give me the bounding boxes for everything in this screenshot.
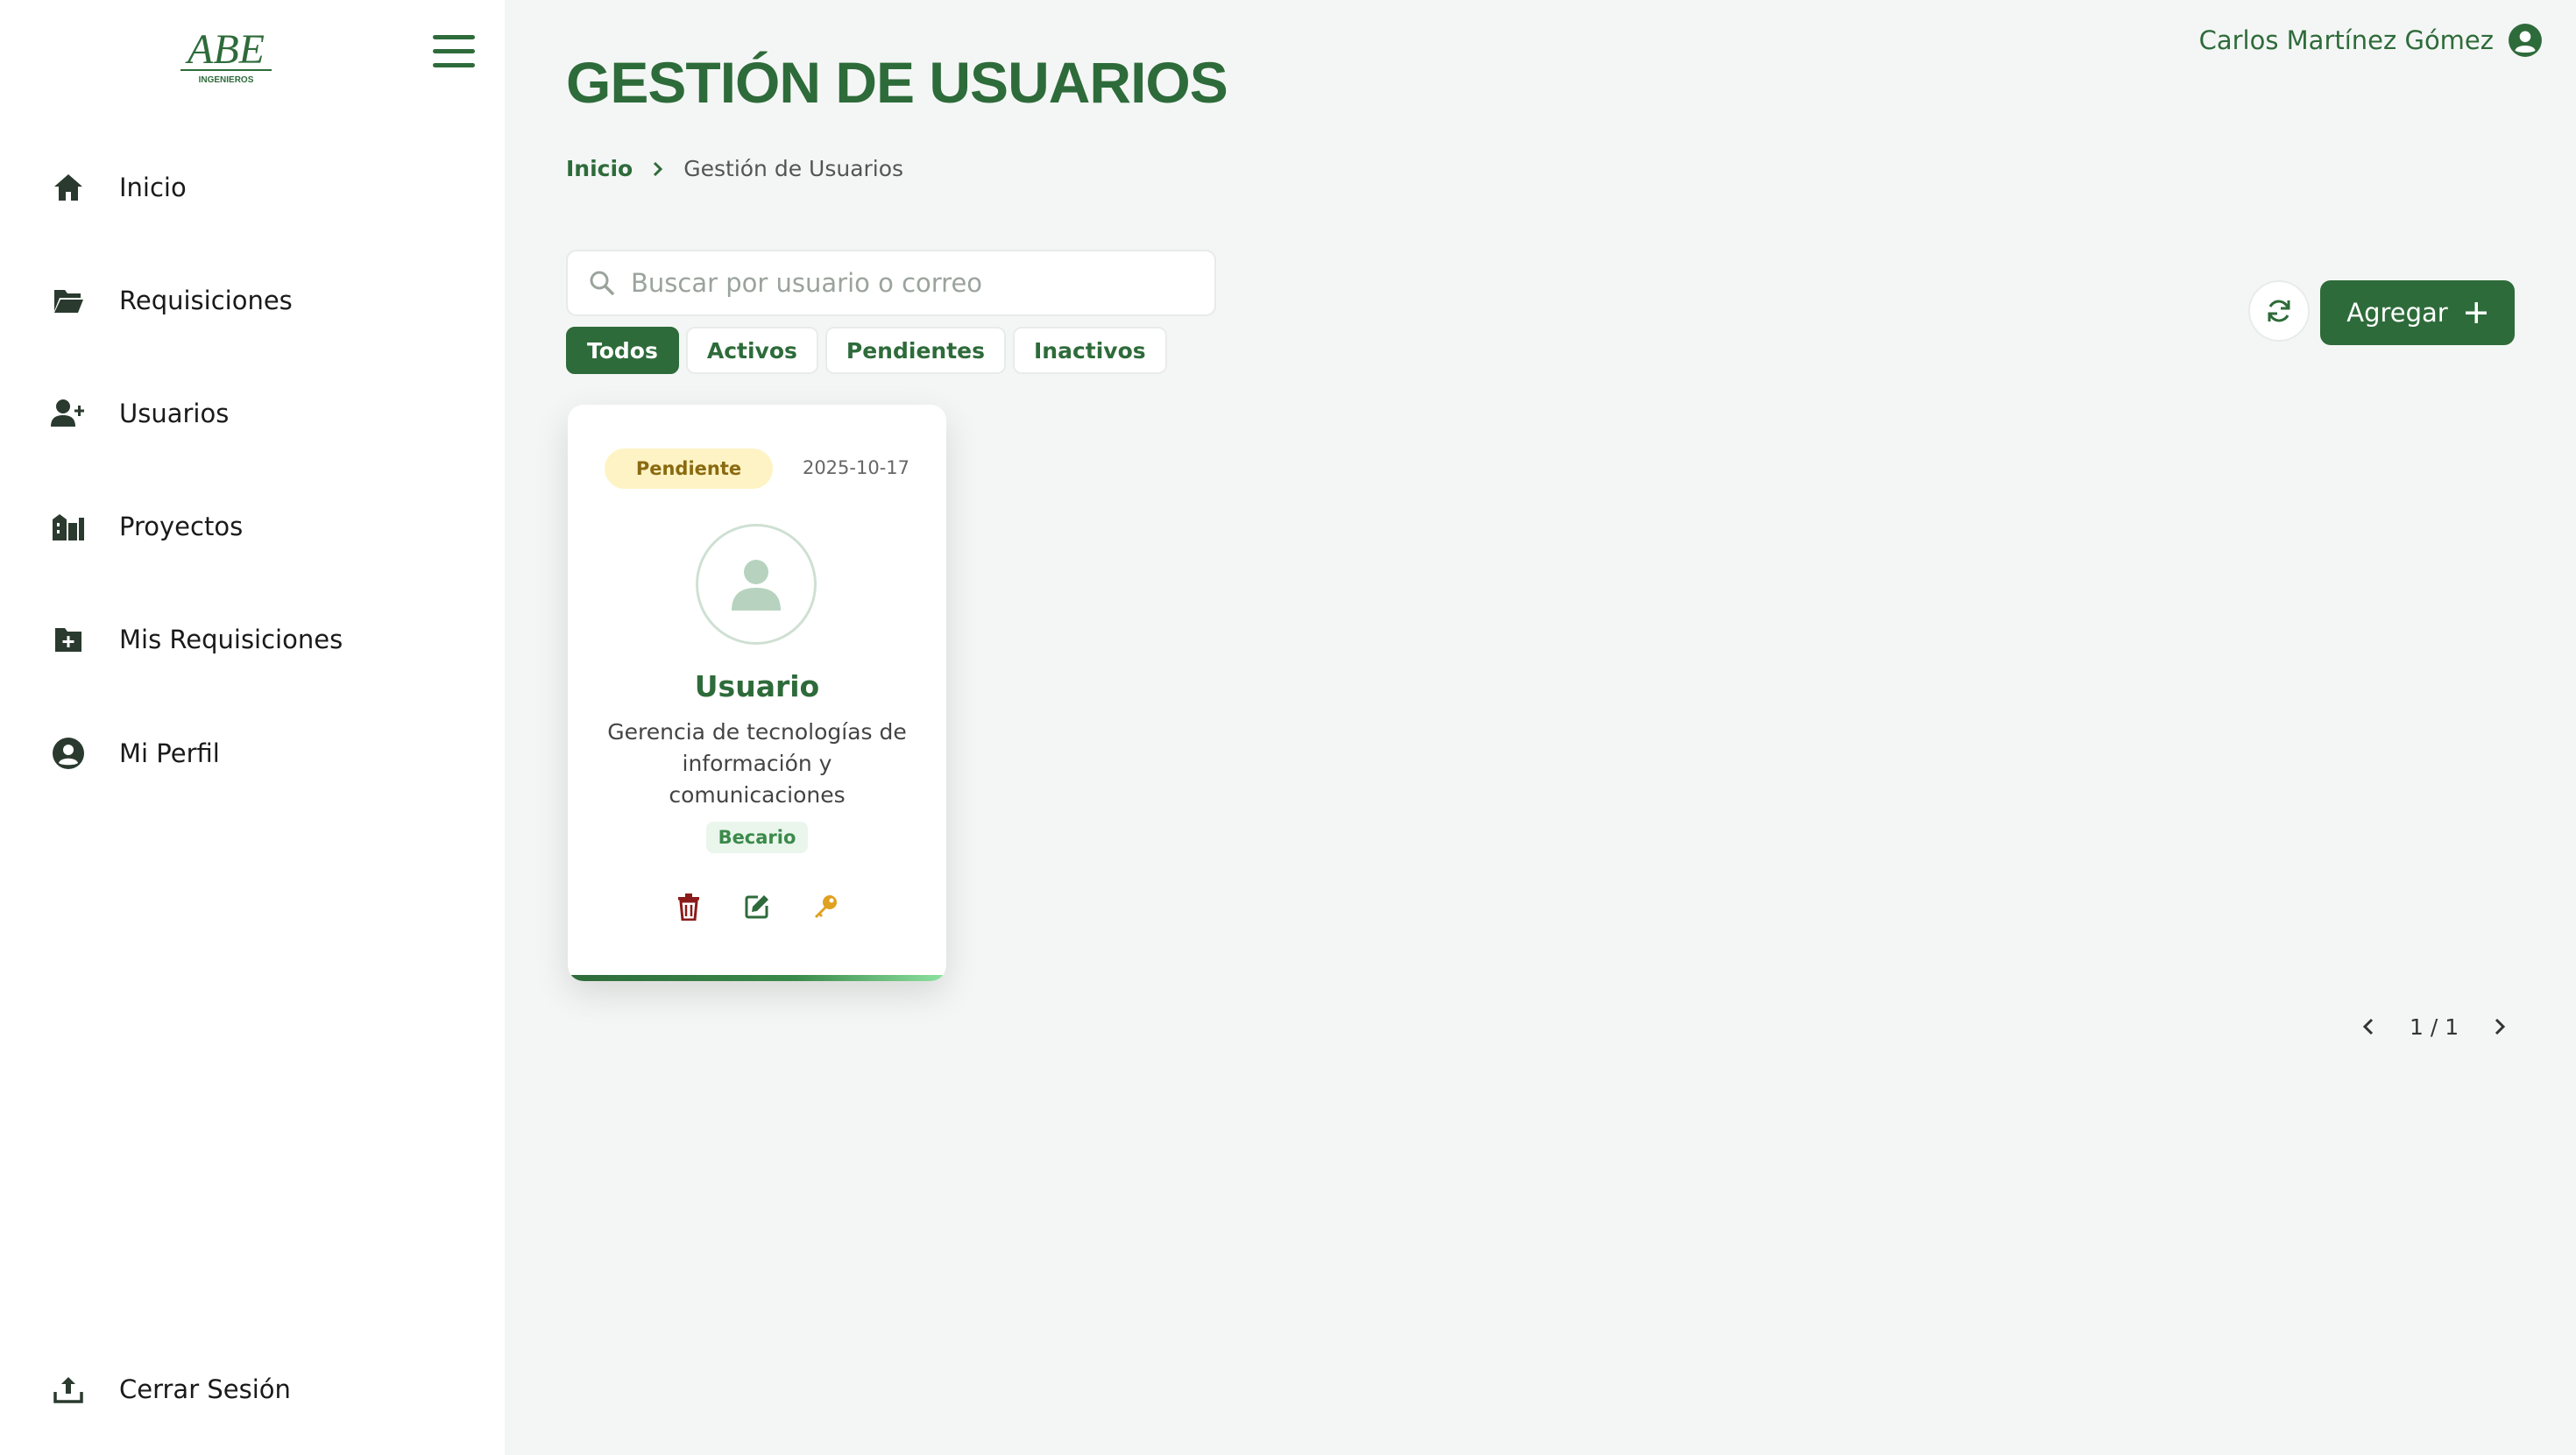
hamburger-line	[433, 63, 475, 67]
sidebar-item-label: Usuarios	[119, 399, 230, 428]
sidebar-item-label: Mi Perfil	[119, 738, 220, 768]
refresh-button[interactable]	[2248, 280, 2310, 342]
sidebar-item-label: Mis Requisiciones	[119, 625, 343, 654]
city-icon	[51, 509, 86, 544]
user-card[interactable]: Pendiente 2025-10-17 Usuario Gerencia de…	[568, 405, 946, 981]
svg-text:INGENIEROS: INGENIEROS	[199, 75, 254, 85]
user-icon	[725, 553, 788, 616]
filter-todos[interactable]: Todos	[566, 327, 679, 374]
chevron-left-icon	[2362, 1017, 2374, 1036]
sidebar-item-mi-perfil[interactable]: Mi Perfil	[51, 727, 471, 780]
home-icon	[51, 170, 86, 205]
user-plus-icon	[51, 396, 86, 431]
refresh-icon	[2265, 297, 2293, 325]
search-icon	[589, 270, 615, 296]
company-logo[interactable]: ABE INGENIEROS	[175, 19, 277, 89]
pagination: 1 / 1	[2353, 1009, 2515, 1044]
sidebar-item-label: Inicio	[119, 173, 187, 202]
add-user-button[interactable]: Agregar	[2320, 280, 2515, 345]
filter-activos[interactable]: Activos	[685, 327, 818, 374]
user-name: Carlos Martínez Gómez	[2198, 25, 2494, 55]
trash-icon	[676, 893, 701, 921]
page-title: GESTIÓN DE USUARIOS	[566, 50, 1228, 115]
sidebar-item-label: Requisiciones	[119, 286, 293, 315]
sidebar-item-usuarios[interactable]: Usuarios	[51, 387, 471, 440]
card-actions	[568, 890, 946, 923]
avatar	[696, 524, 817, 645]
chevron-right-icon	[2494, 1017, 2506, 1036]
user-department: Gerencia de tecnologías de información y…	[607, 719, 907, 808]
breadcrumb-current: Gestión de Usuarios	[683, 156, 904, 181]
key-icon	[812, 893, 839, 920]
breadcrumb-home-link[interactable]: Inicio	[566, 156, 633, 181]
logout-button[interactable]: Cerrar Sesión	[51, 1372, 291, 1407]
sidebar: ABE INGENIEROS Inicio Requisiciones Usua…	[0, 0, 505, 1455]
hamburger-line	[433, 49, 475, 53]
user-menu[interactable]: Carlos Martínez Gómez	[2199, 23, 2543, 58]
sidebar-item-label: Proyectos	[119, 512, 244, 541]
filter-inactivos[interactable]: Inactivos	[1013, 327, 1167, 374]
sidebar-item-proyectos[interactable]: Proyectos	[51, 500, 471, 553]
breadcrumb: Inicio Gestión de Usuarios	[566, 156, 903, 181]
sidebar-item-mis-requisiciones[interactable]: Mis Requisiciones	[51, 613, 471, 666]
status-filter-tabs: Todos Activos Pendientes Inactivos	[566, 327, 1174, 374]
search-bar	[566, 250, 1216, 316]
user-name-card: Usuario	[694, 669, 820, 703]
folder-plus-icon	[51, 622, 86, 657]
role-badge: Becario	[706, 822, 808, 853]
chevron-right-icon	[652, 160, 664, 178]
upload-icon	[51, 1372, 86, 1407]
user-date: 2025-10-17	[802, 457, 909, 478]
status-badge: Pendiente	[605, 449, 773, 489]
logout-label: Cerrar Sesión	[119, 1374, 291, 1404]
user-circle-icon	[51, 736, 86, 771]
next-page-button[interactable]	[2485, 1009, 2515, 1044]
sidebar-item-inicio[interactable]: Inicio	[51, 161, 471, 214]
add-button-label: Agregar	[2346, 298, 2448, 328]
filter-pendientes[interactable]: Pendientes	[824, 327, 1006, 374]
folder-open-icon	[51, 283, 86, 318]
user-circle-icon	[2508, 23, 2543, 58]
menu-toggle-button[interactable]	[433, 35, 475, 74]
reset-password-button[interactable]	[809, 890, 842, 923]
svg-text:ABE: ABE	[185, 26, 265, 73]
plus-icon	[2464, 300, 2488, 325]
card-accent-bar	[568, 975, 946, 981]
prev-page-button[interactable]	[2353, 1009, 2383, 1044]
sidebar-item-requisiciones[interactable]: Requisiciones	[51, 274, 471, 327]
delete-user-button[interactable]	[672, 890, 705, 923]
page-indicator: 1 / 1	[2410, 1014, 2459, 1040]
edit-icon	[744, 893, 770, 920]
hamburger-line	[433, 35, 475, 39]
edit-user-button[interactable]	[740, 890, 774, 923]
search-input[interactable]	[631, 268, 1192, 298]
